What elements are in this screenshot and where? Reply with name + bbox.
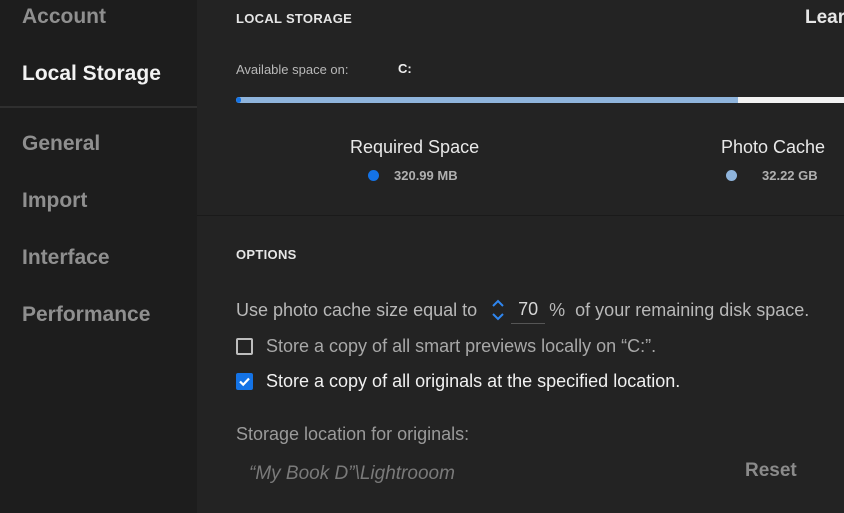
available-space-label: Available space on: xyxy=(236,62,349,77)
cache-size-prefix: Use photo cache size equal to xyxy=(236,299,478,320)
sidebar-item-local-storage[interactable]: Local Storage xyxy=(22,62,161,86)
cache-size-input[interactable] xyxy=(511,296,546,324)
local-storage-heading: LOCAL STORAGE xyxy=(236,11,353,26)
drive-label: C: xyxy=(398,61,412,76)
required-space-title: Required Space xyxy=(350,137,480,157)
stepper-arrows-icon[interactable] xyxy=(491,297,505,323)
sidebar-item-account[interactable]: Account xyxy=(22,5,106,29)
section-divider xyxy=(197,215,844,216)
cache-size-row: Use photo cache size equal to % of your … xyxy=(236,296,809,324)
photo-cache-value: 32.22 GB xyxy=(762,168,818,183)
storage-location-input[interactable] xyxy=(249,460,689,488)
required-space-bar-segment xyxy=(236,97,241,103)
required-space-value: 320.99 MB xyxy=(394,168,458,183)
checkmark-icon xyxy=(239,377,250,386)
cache-size-suffix: of your remaining disk space. xyxy=(575,299,810,320)
sidebar-item-general[interactable]: General xyxy=(22,132,100,156)
sidebar-item-import[interactable]: Import xyxy=(22,189,87,213)
learn-more-link[interactable]: Lear xyxy=(805,7,844,29)
sidebar-divider xyxy=(0,106,197,108)
originals-row: Store a copy of all originals at the spe… xyxy=(236,369,680,393)
main-panel: LOCAL STORAGE Lear Available space on: C… xyxy=(197,0,844,513)
smart-previews-label: Store a copy of all smart previews local… xyxy=(266,335,657,356)
originals-label: Store a copy of all originals at the spe… xyxy=(266,370,681,391)
photo-cache-title: Photo Cache xyxy=(721,137,826,157)
storage-location-label: Storage location for originals: xyxy=(236,424,470,444)
percent-unit: % xyxy=(549,299,566,320)
required-space-legend-dot xyxy=(368,170,379,181)
options-heading: OPTIONS xyxy=(236,247,297,262)
smart-previews-checkbox[interactable] xyxy=(236,337,253,355)
photo-cache-legend-dot xyxy=(726,170,737,181)
smart-previews-row: Store a copy of all smart previews local… xyxy=(236,334,656,358)
sidebar: Account Local Storage General Import Int… xyxy=(0,0,197,513)
reset-button[interactable]: Reset xyxy=(745,460,797,482)
photo-cache-bar-segment xyxy=(236,97,739,103)
sidebar-item-interface[interactable]: Interface xyxy=(22,246,110,270)
sidebar-item-performance[interactable]: Performance xyxy=(22,303,150,327)
originals-checkbox[interactable] xyxy=(236,372,253,390)
storage-usage-bar xyxy=(236,97,844,103)
